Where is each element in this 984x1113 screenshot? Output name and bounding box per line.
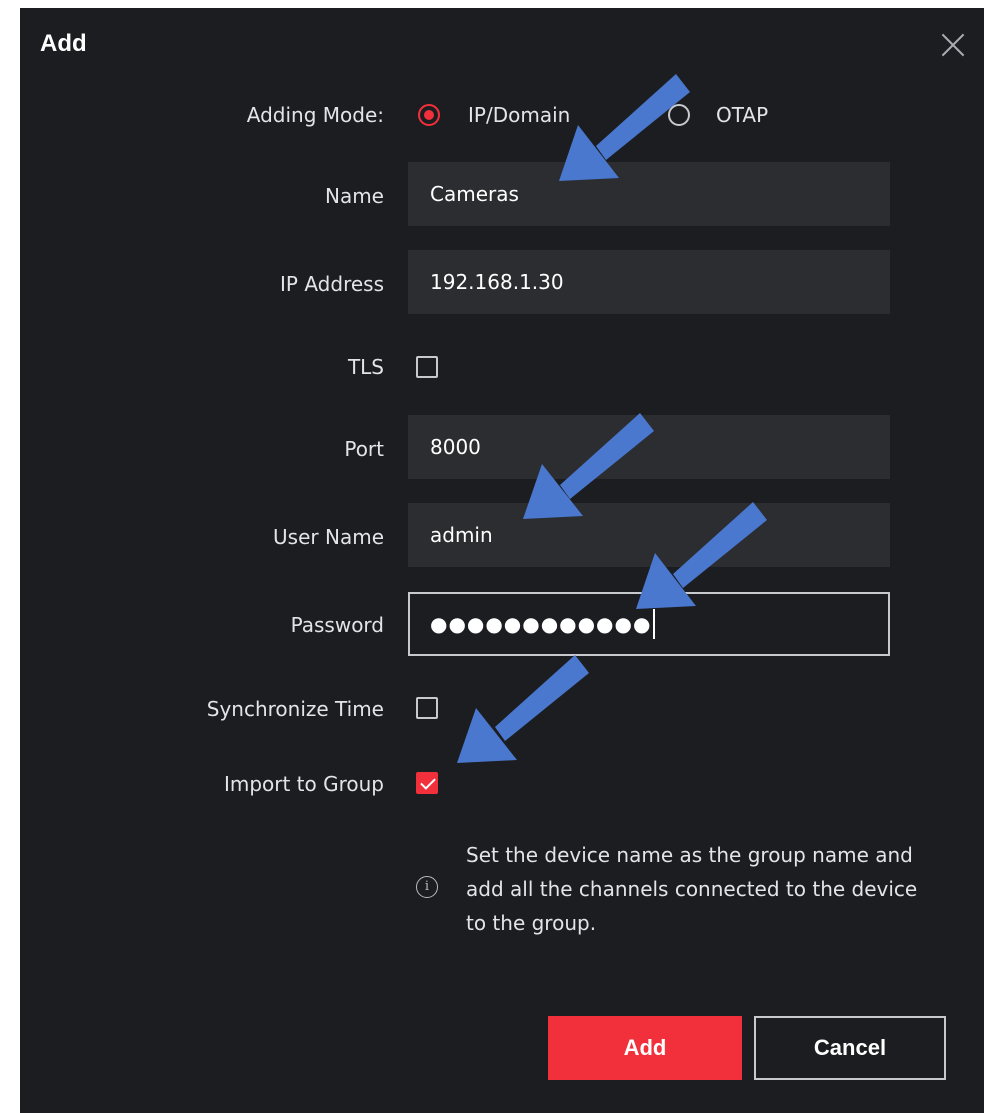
- radio-ip-domain-label[interactable]: IP/Domain: [468, 103, 570, 127]
- user-name-field[interactable]: admin: [408, 503, 890, 567]
- import-to-group-checkbox[interactable]: [416, 772, 438, 794]
- ip-address-field-value: 192.168.1.30: [430, 270, 564, 294]
- tls-label: TLS: [347, 355, 384, 379]
- password-field[interactable]: ●●●●●●●●●●●●: [408, 592, 890, 656]
- info-text-line: Set the device name as the group name an…: [466, 843, 913, 867]
- close-icon[interactable]: [938, 30, 968, 60]
- port-label: Port: [344, 437, 384, 461]
- info-text-line: add all the channels connected to the de…: [466, 877, 918, 901]
- adding-mode-label: Adding Mode:: [246, 103, 384, 127]
- ip-address-field[interactable]: 192.168.1.30: [408, 250, 890, 314]
- ip-address-label: IP Address: [280, 272, 384, 296]
- name-field-value: Cameras: [430, 182, 519, 206]
- port-field-value: 8000: [430, 435, 481, 459]
- port-field[interactable]: 8000: [408, 415, 890, 479]
- password-field-value: ●●●●●●●●●●●●: [430, 612, 652, 636]
- synchronize-time-label: Synchronize Time: [206, 697, 384, 721]
- name-field[interactable]: Cameras: [408, 162, 890, 226]
- info-icon: i: [416, 876, 438, 898]
- cancel-button[interactable]: Cancel: [754, 1016, 946, 1080]
- tls-checkbox[interactable]: [416, 356, 438, 378]
- import-to-group-label: Import to Group: [223, 772, 384, 796]
- synchronize-time-checkbox[interactable]: [416, 697, 438, 719]
- user-name-field-value: admin: [430, 523, 493, 547]
- add-device-dialog: Add Adding Mode: IP/Domain OTAP Name Cam…: [20, 8, 984, 1113]
- text-caret: [653, 609, 656, 639]
- user-name-label: User Name: [273, 525, 384, 549]
- info-text: Set the device name as the group name an…: [466, 838, 984, 940]
- radio-ip-domain[interactable]: [418, 104, 440, 126]
- radio-otap-label[interactable]: OTAP: [716, 103, 768, 127]
- info-text-line: to the group.: [466, 911, 597, 935]
- name-label: Name: [324, 184, 384, 208]
- password-label: Password: [290, 613, 384, 637]
- add-button[interactable]: Add: [548, 1016, 742, 1080]
- radio-otap[interactable]: [668, 104, 690, 126]
- dialog-title: Add: [40, 30, 87, 57]
